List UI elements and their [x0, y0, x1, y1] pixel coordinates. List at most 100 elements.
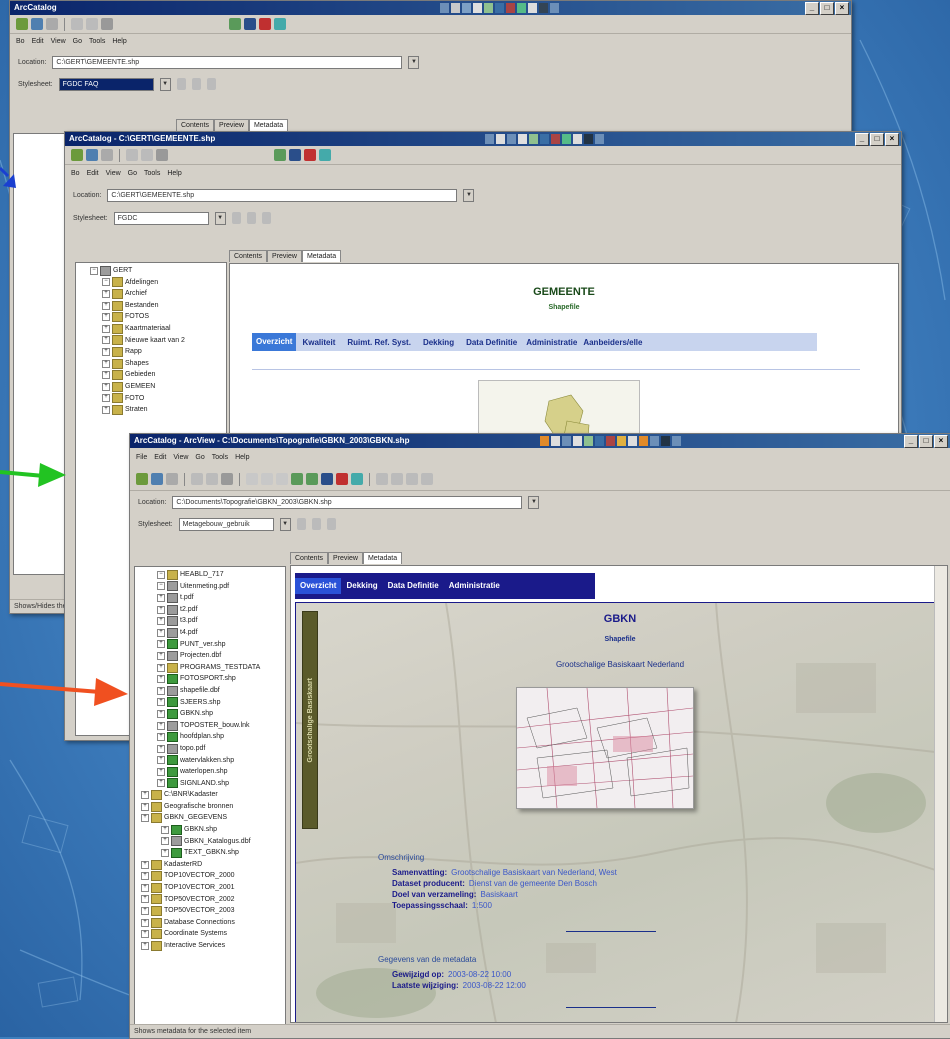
expand-toggle-icon[interactable]: +	[157, 767, 165, 776]
tree-item[interactable]: + SIGNLAND.shp	[135, 778, 285, 790]
tree-item[interactable]: + TOP50VECTOR_2003	[135, 905, 285, 917]
properties-icon[interactable]	[191, 78, 201, 90]
expand-toggle-icon[interactable]: +	[102, 324, 110, 333]
expand-toggle-icon[interactable]: +	[102, 336, 110, 345]
expand-toggle-icon[interactable]: +	[157, 663, 165, 672]
tree-item[interactable]: + Interactive Services	[135, 940, 285, 952]
details-icon[interactable]	[276, 473, 288, 485]
expand-toggle-icon[interactable]: +	[157, 605, 165, 614]
tree-item[interactable]: + Rapp	[76, 346, 226, 358]
tree-item[interactable]: + GBKN_Katalogus.dbf	[135, 836, 285, 848]
maximize-icon[interactable]: □	[919, 435, 933, 448]
edit-metadata-icon[interactable]	[231, 212, 241, 224]
expand-toggle-icon[interactable]: +	[102, 394, 110, 403]
metadata-tab-ruimt-ref[interactable]: Ruimt. Ref. Syst.	[341, 338, 417, 347]
tree-item[interactable]: + TOPOSTER_bouw.lnk	[135, 720, 285, 732]
tab-preview[interactable]: Preview	[214, 119, 249, 131]
arctoolbox-icon[interactable]	[259, 18, 271, 30]
expand-toggle-icon[interactable]: +	[161, 849, 169, 858]
expand-toggle-icon[interactable]: +	[161, 837, 169, 846]
up-one-level-icon[interactable]	[136, 473, 148, 485]
tree-item[interactable]: + t.pdf	[135, 592, 285, 604]
close-icon[interactable]: ×	[885, 133, 899, 146]
expand-toggle-icon[interactable]: −	[157, 582, 165, 591]
menu-tools[interactable]: Tools	[89, 34, 105, 50]
import-icon[interactable]	[326, 518, 336, 530]
chevron-down-icon[interactable]: ▼	[408, 55, 420, 69]
tree-item[interactable]: + Database Connections	[135, 917, 285, 929]
minimize-icon[interactable]: _	[904, 435, 918, 448]
pan-icon[interactable]	[406, 473, 418, 485]
disconnect-icon[interactable]	[101, 149, 113, 161]
expand-toggle-icon[interactable]: +	[157, 744, 165, 753]
expand-toggle-icon[interactable]: +	[141, 814, 149, 823]
tree-item[interactable]: + FOTO	[76, 393, 226, 405]
tree-item[interactable]: + FOTOS	[76, 311, 226, 323]
stylesheet-select[interactable]: FGDC FAQ	[58, 77, 154, 91]
tree-item[interactable]: + Coordinate Systems	[135, 928, 285, 940]
tab-preview[interactable]: Preview	[328, 552, 363, 564]
paste-icon[interactable]	[206, 473, 218, 485]
disconnect-icon[interactable]	[46, 18, 58, 30]
copy-icon[interactable]	[191, 473, 203, 485]
tree-item[interactable]: + PROGRAMS_TESTDATA	[135, 662, 285, 674]
whats-this-icon[interactable]	[319, 149, 331, 161]
launch-arcmap-icon[interactable]	[289, 149, 301, 161]
maximize-icon[interactable]: □	[820, 2, 834, 15]
tree-item[interactable]: + PUNT_ver.shp	[135, 639, 285, 651]
maximize-icon[interactable]: □	[870, 133, 884, 146]
metadata-tab-aanbeiders[interactable]: Aanbeiders/elle	[580, 338, 645, 347]
expand-toggle-icon[interactable]: +	[141, 941, 149, 950]
import-icon[interactable]	[206, 78, 216, 90]
delete-icon[interactable]	[156, 149, 168, 161]
chevron-down-icon[interactable]: ▼	[214, 211, 226, 225]
menu-go[interactable]: Go	[195, 448, 204, 468]
tree-item[interactable]: + hoofdplan.shp	[135, 731, 285, 743]
metadata-tab-administratie[interactable]: Administratie	[523, 338, 580, 347]
expand-toggle-icon[interactable]: +	[157, 628, 165, 637]
properties-icon[interactable]	[246, 212, 256, 224]
tree-item[interactable]: + GEMEEN	[76, 381, 226, 393]
expand-toggle-icon[interactable]: +	[157, 640, 165, 649]
expand-toggle-icon[interactable]: +	[141, 883, 149, 892]
connect-folder-icon[interactable]	[31, 18, 43, 30]
menu-view[interactable]: View	[106, 165, 121, 183]
edit-metadata-icon[interactable]	[296, 518, 306, 530]
metadata-tab-data-definitie[interactable]: Data Definitie	[383, 578, 444, 594]
tree-item[interactable]: − HEABLD_717	[135, 569, 285, 581]
expand-toggle-icon[interactable]: +	[157, 651, 165, 660]
minimize-icon[interactable]: _	[855, 133, 869, 146]
tab-preview[interactable]: Preview	[267, 250, 302, 262]
whats-this-icon[interactable]	[274, 18, 286, 30]
tree-item[interactable]: + Shapes	[76, 358, 226, 370]
metadata-tab-dekking[interactable]: Dekking	[417, 338, 460, 347]
close-icon[interactable]: ×	[835, 2, 849, 15]
expand-toggle-icon[interactable]: +	[141, 802, 149, 811]
tree-item[interactable]: + Straten	[76, 404, 226, 416]
chevron-down-icon[interactable]: ▼	[279, 517, 291, 531]
stylesheet-select[interactable]: FGDC	[113, 211, 209, 225]
metadata-tab-data-definitie[interactable]: Data Definitie	[460, 338, 523, 347]
expand-toggle-icon[interactable]: +	[141, 930, 149, 939]
tree-item[interactable]: + topo.pdf	[135, 743, 285, 755]
expand-toggle-icon[interactable]: +	[141, 860, 149, 869]
delete-icon[interactable]	[221, 473, 233, 485]
metadata-tab-overzicht[interactable]: Overzicht	[295, 578, 342, 594]
connect-folder-icon[interactable]	[86, 149, 98, 161]
expand-toggle-icon[interactable]: +	[102, 359, 110, 368]
expand-toggle-icon[interactable]: +	[157, 733, 165, 742]
tree-item[interactable]: + SJEERS.shp	[135, 697, 285, 709]
expand-toggle-icon[interactable]: +	[157, 686, 165, 695]
menu-tools[interactable]: Tools	[212, 448, 228, 468]
metadata-tab-administratie[interactable]: Administratie	[444, 578, 505, 594]
vertical-scrollbar[interactable]	[934, 566, 947, 1022]
menu-view[interactable]: View	[51, 34, 66, 50]
window-title-bar[interactable]: ArcCatalog - ArcView - C:\Documents\Topo…	[130, 434, 950, 448]
menu-edit[interactable]: Edit	[154, 448, 166, 468]
menu-view[interactable]: View	[173, 448, 188, 468]
expand-toggle-icon[interactable]: +	[102, 382, 110, 391]
globe-icon[interactable]	[229, 18, 241, 30]
expand-toggle-icon[interactable]: +	[157, 779, 165, 788]
zoom-out-icon[interactable]	[391, 473, 403, 485]
tab-contents[interactable]: Contents	[229, 250, 268, 262]
